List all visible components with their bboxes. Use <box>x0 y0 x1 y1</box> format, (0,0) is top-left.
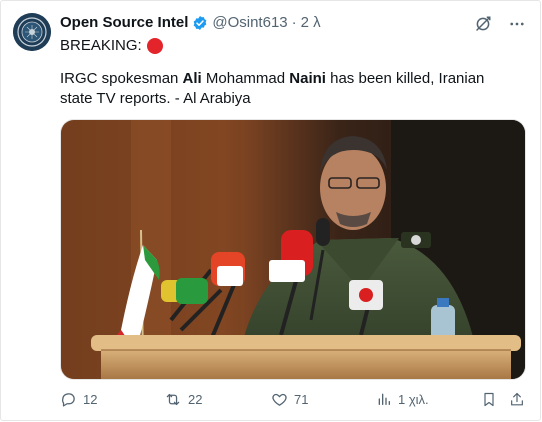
verified-badge-icon <box>192 15 208 31</box>
action-bar: 12 22 71 1 χιλ. <box>60 391 526 409</box>
red-circle-icon <box>146 37 163 54</box>
reply-icon <box>60 391 77 408</box>
header-actions <box>474 15 526 38</box>
grok-icon[interactable] <box>474 15 492 38</box>
tweet-text-bold: Ali <box>182 70 202 87</box>
repost-count: 22 <box>188 392 203 407</box>
tweet-header: Open Source Intel @Osint613 · 2 λ <box>60 14 321 31</box>
avatar[interactable] <box>13 13 51 51</box>
tweet-text: IRGC spokesman Ali Mohammad Naini has be… <box>60 69 520 109</box>
tweet-text-part: IRGC spokesman <box>60 70 183 87</box>
share-button[interactable] <box>509 391 525 408</box>
repost-icon <box>164 391 182 408</box>
views-count: 1 χιλ. <box>398 391 429 407</box>
heart-icon <box>271 391 288 408</box>
reply-count: 12 <box>83 392 98 407</box>
repost-button[interactable]: 22 <box>164 391 202 408</box>
header-separator: · <box>291 14 297 31</box>
tweet-first-line: BREAKING: <box>60 37 163 54</box>
tweet-text-part: Mohammad <box>201 70 290 87</box>
like-count: 71 <box>294 392 309 407</box>
tweet-time[interactable]: 2 λ <box>301 14 321 31</box>
tweet-photo[interactable] <box>60 119 526 380</box>
tweet-card[interactable]: Open Source Intel @Osint613 · 2 λ BREAKI… <box>0 0 541 421</box>
author-handle[interactable]: @Osint613 <box>212 14 287 31</box>
author-name[interactable]: Open Source Intel <box>60 14 188 31</box>
reply-button[interactable]: 12 <box>60 391 97 408</box>
breaking-label: BREAKING: <box>60 37 142 54</box>
views-button[interactable]: 1 χιλ. <box>376 391 429 407</box>
bookmark-icon <box>481 391 497 408</box>
photo-speaker-at-podium <box>61 120 525 379</box>
more-icon[interactable] <box>508 15 526 38</box>
views-icon <box>376 391 392 407</box>
share-icon <box>509 391 525 408</box>
bookmark-button[interactable] <box>481 391 497 408</box>
tweet-text-bold: Naini <box>289 70 326 87</box>
like-button[interactable]: 71 <box>271 391 308 408</box>
avatar-logo-icon <box>13 13 51 51</box>
